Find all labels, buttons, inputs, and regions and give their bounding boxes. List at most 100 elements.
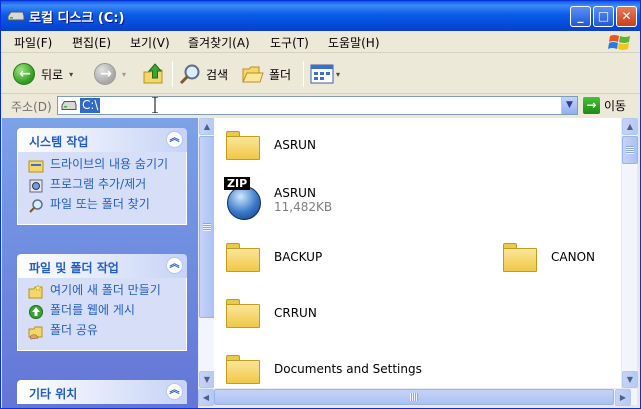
window-title: 로컬 디스크 (C:) [29, 11, 125, 26]
menu-help[interactable]: 도움말(H) [328, 34, 380, 51]
scroll-down-icon[interactable]: ▼ [622, 371, 638, 388]
toolbar-separator [172, 61, 173, 87]
maximize-button[interactable]: □ [593, 6, 614, 27]
task-label: 드라이브의 내용 숨기기 [50, 157, 169, 171]
menu-tools[interactable]: 도구(T) [270, 34, 309, 51]
task-new-folder[interactable]: 여기에 새 폴더 만들기 [28, 284, 180, 300]
task-add-remove-programs[interactable]: 프로그램 추가/제거 [28, 178, 180, 194]
file-item-folder[interactable]: CANON [501, 234, 595, 280]
explorer-window: 로컬 디스크 (C:) _ □ ✕ 파일(F) 편집(E) 보기(V) 즐겨찾기… [0, 0, 641, 409]
collapse-chevron-icon[interactable]: ︽ [166, 131, 183, 148]
task-label: 여기에 새 폴더 만들기 [50, 283, 161, 297]
address-label: 주소(D) [11, 100, 52, 114]
file-item-folder[interactable]: CRRUN [224, 290, 317, 336]
go-arrow-icon: → [583, 97, 600, 114]
drive-icon [7, 11, 25, 21]
folder-icon [224, 128, 262, 162]
go-button[interactable]: → 이동 [583, 97, 626, 114]
folder-icon [224, 240, 262, 274]
file-item-folder[interactable]: BACKUP [224, 234, 322, 280]
back-arrow-icon: ← [13, 63, 35, 85]
folder-icon [224, 352, 262, 386]
folders-button[interactable]: 폴더 [241, 61, 291, 87]
task-pane: 시스템 작업 ︽ 드라이브의 내용 숨기기 프로그램 추가/제거 파일 또는 폴… [2, 118, 198, 408]
publish-web-icon [29, 305, 43, 319]
forward-arrow-icon: → [94, 63, 116, 85]
hscrollbar-thumb[interactable] [214, 389, 614, 405]
file-size: 11,482KB [274, 200, 333, 214]
collapse-chevron-icon[interactable]: ︽ [166, 383, 183, 400]
zip-archive-icon: ZIP [224, 177, 262, 223]
task-search-files[interactable]: 파일 또는 폴더 찾기 [28, 198, 180, 214]
folders-label: 폴더 [269, 67, 292, 82]
file-name: ASRUN [274, 138, 316, 152]
task-label: 폴더 공유 [50, 323, 98, 337]
task-label: 프로그램 추가/제거 [50, 177, 147, 191]
scroll-right-icon[interactable]: ▶ [615, 389, 631, 406]
menu-file[interactable]: 파일(F) [14, 34, 52, 51]
file-folder-tasks-header[interactable]: 파일 및 폴더 작업 ︽ [17, 254, 187, 278]
file-list-scrollbar[interactable]: ▲ ▼ [621, 118, 638, 388]
scroll-up-icon[interactable]: ▲ [622, 118, 638, 135]
search-icon [179, 64, 200, 85]
forward-button[interactable]: → ▾ [94, 61, 126, 87]
panel-title: 기타 위치 [29, 387, 78, 401]
new-folder-icon [28, 284, 43, 299]
task-hide-drive-contents[interactable]: 드라이브의 내용 숨기기 [28, 158, 180, 174]
minimize-button[interactable]: _ [570, 6, 591, 27]
title-bar[interactable]: 로컬 디스크 (C:) _ □ ✕ [1, 1, 640, 31]
system-tasks-panel: 시스템 작업 ︽ 드라이브의 내용 숨기기 프로그램 추가/제거 파일 또는 폴… [17, 128, 187, 225]
panel-title: 시스템 작업 [29, 135, 89, 149]
close-button[interactable]: ✕ [616, 6, 637, 27]
back-button[interactable]: ← 뒤로 ▾ [13, 61, 73, 87]
file-name: CRRUN [274, 306, 317, 320]
address-dropdown-icon[interactable]: ▼ [561, 97, 577, 114]
add-remove-programs-icon [29, 179, 43, 193]
address-bar: 주소(D) C:\ ▼ → 이동 [1, 95, 640, 117]
folders-icon [242, 66, 264, 83]
back-dropdown-icon[interactable]: ▾ [69, 70, 73, 79]
file-name: ASRUN [274, 186, 316, 200]
scroll-left-icon[interactable]: ◀ [198, 389, 214, 406]
address-value[interactable]: C:\ [80, 98, 101, 113]
folder-icon [224, 296, 262, 330]
scrollbar-thumb[interactable] [199, 136, 215, 318]
file-list: ASRUN ZIP ASRUN 11,482KB BACKUP CANON CR… [214, 118, 621, 388]
task-share-folder[interactable]: 폴더 공유 [28, 324, 180, 340]
task-label: 파일 또는 폴더 찾기 [50, 197, 150, 211]
toolbar-separator [303, 61, 304, 87]
menu-edit[interactable]: 편집(E) [72, 34, 111, 51]
standard-toolbar: ← 뒤로 ▾ → ▾ 검색 폴더 ▾ [1, 54, 640, 94]
search-button[interactable]: 검색 [178, 61, 228, 87]
back-label: 뒤로 [41, 67, 64, 82]
menu-favorites[interactable]: 즐겨찾기(A) [188, 34, 250, 51]
task-publish-to-web[interactable]: 폴더를 웹에 게시 [28, 304, 180, 320]
address-input[interactable]: C:\ ▼ [57, 96, 578, 115]
file-item-folder[interactable]: ASRUN [224, 122, 316, 168]
drive-icon [61, 101, 77, 110]
menu-bar: 파일(F) 편집(E) 보기(V) 즐겨찾기(A) 도구(T) 도움말(H) [1, 31, 640, 53]
forward-dropdown-icon[interactable]: ▾ [122, 70, 126, 79]
collapse-chevron-icon[interactable]: ︽ [166, 257, 183, 274]
system-tasks-body: 드라이브의 내용 숨기기 프로그램 추가/제거 파일 또는 폴더 찾기 [17, 152, 187, 225]
scroll-up-icon[interactable]: ▲ [199, 118, 215, 135]
file-list-hscrollbar[interactable]: ◀ ▶ [198, 388, 637, 406]
views-dropdown-icon: ▾ [336, 69, 341, 79]
up-folder-button[interactable] [142, 61, 166, 87]
menu-view[interactable]: 보기(V) [130, 34, 170, 51]
views-button[interactable]: ▾ [310, 61, 340, 87]
file-name: Documents and Settings [274, 362, 422, 376]
file-folder-tasks-panel: 파일 및 폴더 작업 ︽ 여기에 새 폴더 만들기 폴더를 웹에 게시 폴더 공… [17, 254, 187, 351]
scrollbar-thumb[interactable] [622, 136, 638, 164]
scroll-down-icon[interactable]: ▼ [199, 371, 215, 388]
task-pane-scrollbar[interactable]: ▲ ▼ [198, 118, 215, 388]
text-cursor-icon [152, 97, 158, 113]
other-places-header[interactable]: 기타 위치 ︽ [17, 380, 187, 404]
file-item-zip[interactable]: ZIP ASRUN 11,482KB [224, 174, 332, 226]
system-tasks-header[interactable]: 시스템 작업 ︽ [17, 128, 187, 152]
go-label: 이동 [604, 99, 627, 113]
windows-logo-icon [608, 35, 630, 50]
file-item-folder[interactable]: Documents and Settings [224, 346, 422, 388]
views-icon [310, 64, 334, 84]
file-name: CANON [551, 250, 595, 264]
